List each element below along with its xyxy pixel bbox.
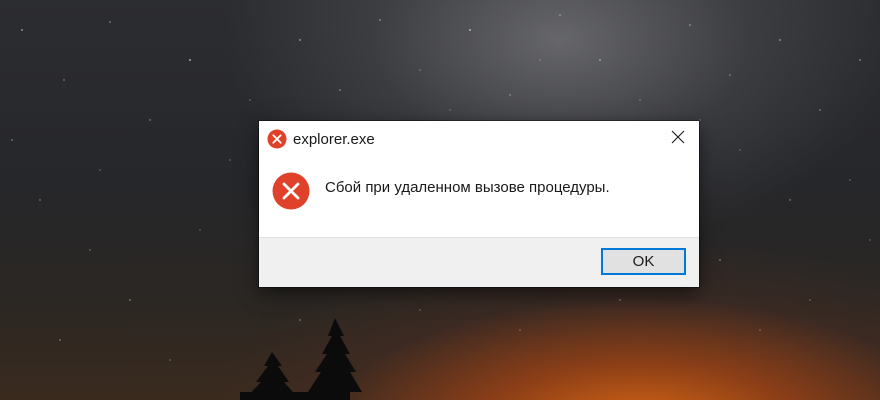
dialog-content: Сбой при удаленном вызове процедуры. [259, 157, 699, 237]
close-button[interactable] [657, 121, 699, 157]
error-message: Сбой при удаленном вызове процедуры. [325, 179, 610, 196]
dialog-titlebar[interactable]: explorer.exe [259, 121, 699, 157]
error-icon [272, 172, 310, 210]
close-icon [671, 130, 685, 149]
error-dialog: explorer.exe Сбой при удаленном вызове п… [259, 121, 699, 287]
dialog-footer: OK [259, 237, 699, 287]
dialog-title: explorer.exe [293, 131, 375, 148]
desktop-wallpaper: explorer.exe Сбой при удаленном вызове п… [0, 0, 880, 400]
ok-button[interactable]: OK [601, 248, 686, 275]
error-icon [267, 129, 287, 149]
